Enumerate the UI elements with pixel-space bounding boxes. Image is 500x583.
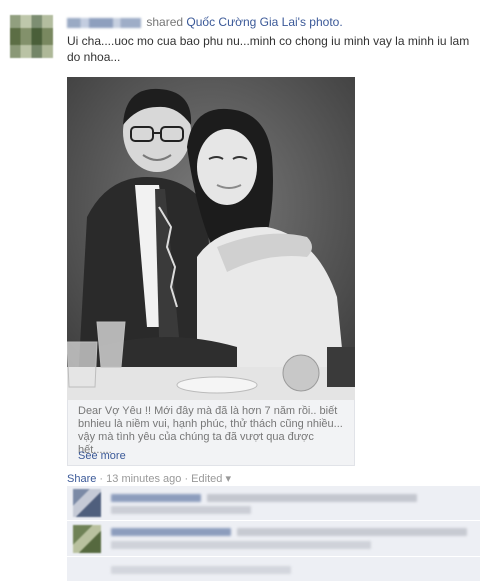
poster-avatar[interactable]	[10, 15, 53, 58]
post-header: shared Quốc Cường Gia Lai's photo.	[67, 14, 343, 30]
commenter-avatar[interactable]	[73, 525, 101, 553]
shared-label: shared	[146, 15, 184, 29]
post-caption: Ui cha....uoc mo cua bao phu nu...minh c…	[67, 34, 470, 64]
comment-blurred-text	[111, 494, 201, 502]
chevron-down-icon[interactable]: ▾	[225, 473, 231, 485]
post-meta: Share · 13 minutes ago · Edited ▾	[67, 472, 231, 485]
comment-row	[67, 522, 480, 556]
poster-name-blurred[interactable]	[67, 17, 141, 28]
comment-input-blurred[interactable]	[111, 566, 291, 574]
comment-divider	[67, 520, 480, 521]
comment-divider	[67, 556, 480, 557]
comment-blurred-text	[111, 506, 251, 514]
post-timestamp[interactable]: 13 minutes ago	[106, 473, 181, 485]
photo-description-box: Dear Vợ Yêu !! Mới đây mà đã là hơn 7 nă…	[67, 400, 355, 466]
comment-row	[67, 486, 480, 520]
comments-section	[67, 486, 480, 581]
comment-input-row[interactable]	[67, 558, 480, 581]
comment-blurred-text	[207, 494, 417, 502]
see-more-link[interactable]: See more	[78, 450, 126, 462]
comment-blurred-text	[237, 528, 467, 536]
share-link[interactable]: Share	[67, 473, 96, 485]
shared-photo-post: shared Quốc Cường Gia Lai's photo. Ui ch…	[0, 0, 500, 583]
couple-photo[interactable]	[67, 77, 355, 400]
photo-illustration	[67, 77, 355, 400]
commenter-avatar[interactable]	[73, 489, 101, 517]
edited-label[interactable]: Edited	[191, 473, 222, 485]
comment-blurred-text	[111, 541, 371, 549]
meta-separator: ·	[99, 473, 104, 485]
shared-owner-link[interactable]: Quốc Cường Gia Lai's photo.	[186, 15, 342, 29]
comment-blurred-text	[111, 528, 231, 536]
meta-separator: ·	[184, 473, 189, 485]
